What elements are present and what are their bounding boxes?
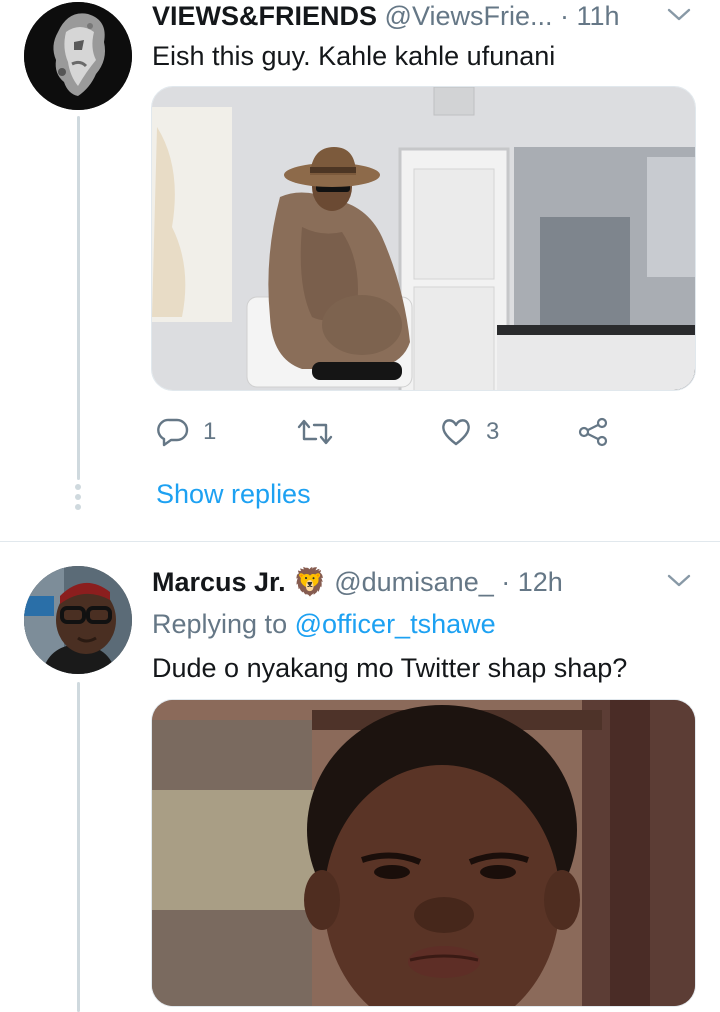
like-count: 3 bbox=[486, 418, 500, 445]
reply-action[interactable]: 1 bbox=[157, 417, 216, 447]
share-icon[interactable] bbox=[578, 417, 610, 447]
user-handle[interactable]: @ViewsFrie... bbox=[385, 1, 553, 31]
marcus-avatar-image bbox=[24, 566, 132, 674]
tweet-text: Dude o nyakang mo Twitter shap shap? bbox=[152, 653, 628, 683]
thread-line bbox=[77, 116, 80, 480]
avatar-views-friends[interactable] bbox=[24, 2, 132, 110]
chevron-down-icon[interactable] bbox=[666, 572, 692, 590]
timestamp[interactable]: · 11h bbox=[560, 1, 620, 31]
sculpture-avatar-image bbox=[24, 2, 132, 110]
tweet-divider bbox=[0, 541, 720, 542]
photo-man-in-hat bbox=[152, 87, 695, 390]
replying-to-line: Replying to @officer_tshawe bbox=[152, 608, 496, 640]
show-replies-link[interactable]: Show replies bbox=[156, 478, 311, 510]
retweet-action[interactable] bbox=[296, 417, 348, 447]
thread-line bbox=[77, 682, 80, 1012]
chevron-down-icon[interactable] bbox=[666, 6, 692, 24]
thread-dots bbox=[75, 484, 81, 510]
avatar-marcus-jr[interactable] bbox=[24, 566, 132, 674]
lion-emoji: 🦁 bbox=[293, 567, 327, 597]
replying-to-handle[interactable]: @officer_tshawe bbox=[295, 609, 496, 639]
like-icon bbox=[442, 419, 470, 446]
reply-icon bbox=[157, 418, 189, 447]
timestamp[interactable]: · 12h bbox=[501, 567, 563, 597]
reply-count: 1 bbox=[203, 418, 217, 445]
tweet-header: VIEWS&FRIENDS @ViewsFrie... · 11h bbox=[152, 0, 620, 32]
tweet-media-image[interactable] bbox=[151, 86, 696, 391]
display-name[interactable]: VIEWS&FRIENDS bbox=[152, 1, 377, 31]
photo-child-face bbox=[152, 700, 695, 1006]
tweet-media-image[interactable] bbox=[151, 699, 696, 1007]
retweet-icon bbox=[297, 419, 333, 445]
user-handle[interactable]: @dumisane_ bbox=[334, 567, 494, 597]
tweet-header: Marcus Jr. 🦁 @dumisane_ · 12h bbox=[152, 566, 563, 598]
display-name[interactable]: Marcus Jr. bbox=[152, 567, 286, 597]
like-action[interactable]: 3 bbox=[440, 417, 499, 447]
replying-to-label: Replying to bbox=[152, 609, 288, 639]
tweet-text: Eish this guy. Kahle kahle ufunani bbox=[152, 41, 556, 71]
